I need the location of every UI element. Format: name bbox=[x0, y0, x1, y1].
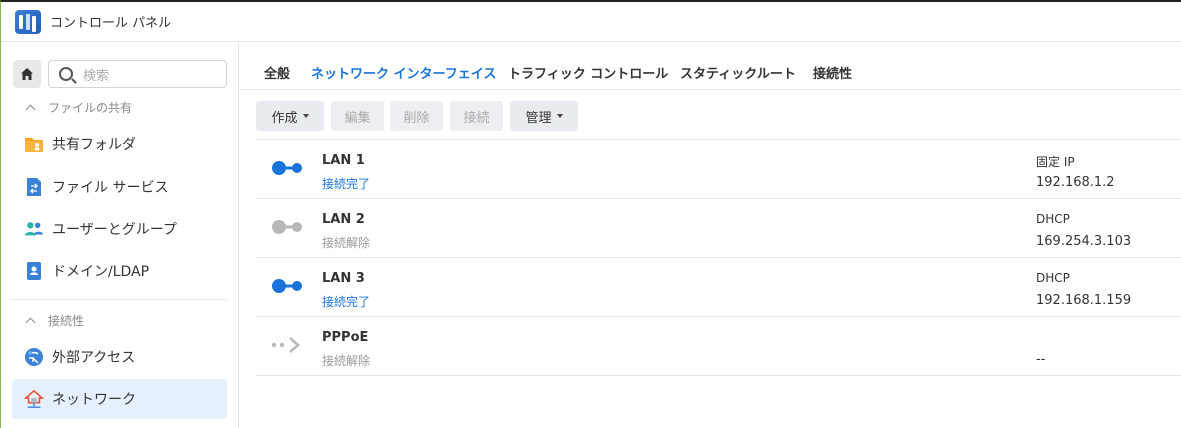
sidebar-divider bbox=[12, 299, 227, 300]
delete-label: 削除 bbox=[403, 110, 430, 126]
interface-status: 接続完了 bbox=[322, 177, 371, 191]
sidebar-item-file-services[interactable]: ファイル サービス bbox=[12, 167, 227, 207]
home-button[interactable] bbox=[13, 60, 41, 88]
file-services-icon bbox=[24, 177, 44, 197]
sidebar-item-label: ファイル サービス bbox=[52, 180, 169, 196]
interface-ip: -- bbox=[1036, 352, 1046, 367]
search-placeholder: 検索 bbox=[83, 68, 110, 84]
tab-connectivity[interactable]: 接続性 bbox=[813, 63, 852, 82]
domain-ldap-icon bbox=[24, 261, 44, 281]
section-header-connectivity[interactable]: 接続性 bbox=[25, 312, 85, 329]
interface-ip: 169.254.3.103 bbox=[1036, 234, 1132, 249]
folder-share-icon bbox=[24, 134, 44, 154]
chevron-up-icon bbox=[25, 317, 36, 328]
section-header-file-sharing[interactable]: ファイルの共有 bbox=[25, 99, 133, 116]
tab-traffic-control[interactable]: トラフィック コントロール bbox=[508, 63, 668, 82]
interface-name: LAN 1 bbox=[322, 153, 365, 168]
caret-down-icon bbox=[302, 114, 309, 118]
caret-down-icon bbox=[556, 114, 563, 118]
home-icon bbox=[21, 68, 33, 80]
interface-name: LAN 3 bbox=[322, 271, 365, 286]
sidebar-item-label: ドメイン/LDAP bbox=[52, 264, 150, 280]
tab-bar: 全般 ネットワーク インターフェイス トラフィック コントロール スタティックル… bbox=[240, 43, 1181, 90]
sidebar-item-network[interactable]: ネットワーク bbox=[12, 379, 227, 419]
control-panel-icon bbox=[15, 9, 41, 34]
sidebar-item-label: ネットワーク bbox=[52, 392, 136, 408]
interface-status: 接続解除 bbox=[322, 354, 371, 368]
edit-label: 編集 bbox=[344, 110, 371, 126]
connect-button[interactable]: 接続 bbox=[450, 101, 503, 131]
search-icon bbox=[59, 67, 73, 81]
title-bar: コントロール パネル bbox=[1, 2, 1181, 42]
section-label: ファイルの共有 bbox=[48, 101, 133, 115]
manage-button[interactable]: 管理 bbox=[510, 101, 578, 131]
sidebar-item-users-groups[interactable]: ユーザーとグループ bbox=[12, 209, 227, 249]
interface-status: 接続解除 bbox=[322, 236, 371, 250]
window-title: コントロール パネル bbox=[50, 16, 172, 31]
edit-button[interactable]: 編集 bbox=[331, 101, 384, 131]
tab-general[interactable]: 全般 bbox=[264, 63, 290, 82]
interface-ip: 192.168.1.159 bbox=[1036, 293, 1132, 308]
connect-label: 接続 bbox=[463, 110, 490, 126]
users-group-icon bbox=[24, 219, 44, 239]
sidebar-item-shared-folder[interactable]: 共有フォルダ bbox=[12, 124, 227, 164]
sidebar-item-label: 外部アクセス bbox=[52, 350, 136, 366]
tab-network-interface[interactable]: ネットワーク インターフェイス bbox=[311, 63, 496, 82]
interface-mode: DHCP bbox=[1036, 271, 1070, 285]
interface-row-lan3[interactable]: LAN 3 接続完了 DHCP 192.168.1.159 bbox=[256, 257, 1181, 316]
list-bottom-border bbox=[256, 375, 1181, 376]
create-label: 作成 bbox=[271, 110, 298, 126]
delete-button[interactable]: 削除 bbox=[390, 101, 443, 131]
control-panel-window: コントロール パネル 検索 ファイルの共有 共有フォルダ ファイル サービス ユ… bbox=[0, 0, 1181, 428]
lan-connected-icon bbox=[272, 279, 302, 293]
sidebar: 検索 ファイルの共有 共有フォルダ ファイル サービス ユーザーとグループ ドメ… bbox=[1, 43, 239, 428]
create-button[interactable]: 作成 bbox=[256, 101, 324, 131]
search-box[interactable]: 検索 bbox=[48, 60, 227, 88]
manage-label: 管理 bbox=[525, 110, 552, 126]
interface-ip: 192.168.1.2 bbox=[1036, 175, 1115, 190]
lan-connected-icon bbox=[272, 161, 302, 175]
network-house-icon bbox=[24, 389, 44, 409]
lan-disconnected-icon bbox=[272, 220, 302, 234]
interface-row-lan2[interactable]: LAN 2 接続解除 DHCP 169.254.3.103 bbox=[256, 198, 1181, 257]
sidebar-item-domain-ldap[interactable]: ドメイン/LDAP bbox=[12, 251, 227, 291]
interface-row-lan1[interactable]: LAN 1 接続完了 固定 IP 192.168.1.2 bbox=[256, 139, 1181, 198]
sidebar-item-label: 共有フォルダ bbox=[52, 137, 136, 153]
chevron-up-icon bbox=[25, 104, 36, 115]
interface-mode: 固定 IP bbox=[1036, 155, 1075, 169]
tab-static-route[interactable]: スタティックルート bbox=[680, 63, 796, 82]
interface-row-pppoe[interactable]: PPPoE 接続解除 -- bbox=[256, 316, 1181, 375]
sidebar-item-label: ユーザーとグループ bbox=[52, 222, 177, 238]
main-panel: 全般 ネットワーク インターフェイス トラフィック コントロール スタティックル… bbox=[240, 43, 1181, 428]
interface-name: PPPoE bbox=[322, 330, 369, 345]
sidebar-item-external-access[interactable]: 外部アクセス bbox=[12, 337, 227, 377]
external-access-icon bbox=[24, 347, 44, 367]
pppoe-icon bbox=[271, 337, 300, 353]
interface-mode: DHCP bbox=[1036, 212, 1070, 226]
section-label: 接続性 bbox=[48, 314, 85, 328]
interface-name: LAN 2 bbox=[322, 212, 365, 227]
interface-status: 接続完了 bbox=[322, 295, 371, 309]
